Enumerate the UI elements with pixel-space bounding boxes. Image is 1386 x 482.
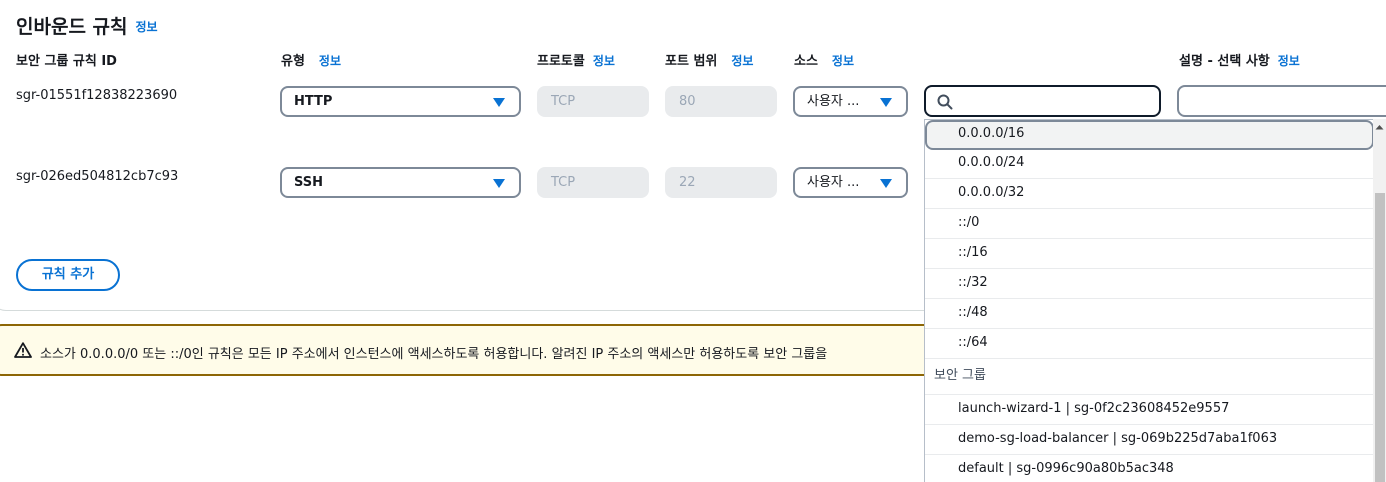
caret-down-icon (880, 98, 892, 107)
col-description: 설명 - 선택 사항 정보 (1179, 50, 1300, 69)
search-icon (937, 94, 953, 110)
dropdown-option[interactable]: ::/64 (925, 329, 1374, 359)
caret-down-icon (493, 98, 505, 107)
dropdown-option[interactable]: ::/48 (925, 299, 1374, 329)
type-select[interactable]: SSH (280, 167, 521, 198)
warning-text: 소스가 0.0.0.0/0 또는 ::/0인 규칙은 모든 IP 주소에서 인스… (40, 347, 828, 362)
scroll-up-arrow-icon[interactable] (1375, 124, 1384, 130)
port-range-field: 22 (665, 167, 777, 198)
col-description-label: 설명 - 선택 사항 (1179, 54, 1270, 69)
dropdown-option[interactable]: 0.0.0.0/24 (925, 149, 1374, 179)
warning-icon (14, 342, 32, 358)
rule-id: sgr-01551f12838223690 (16, 88, 178, 103)
source-dropdown-list: 0.0.0.0/16 0.0.0.0/24 0.0.0.0/32 ::/0 ::… (924, 119, 1386, 482)
col-protocol-label: 프로토콜 (537, 54, 585, 69)
section-title: 인바운드 규칙 정보 (16, 12, 158, 39)
section-title-text: 인바운드 규칙 (16, 16, 128, 38)
col-rule-id: 보안 그룹 규칙 ID (16, 54, 117, 69)
col-protocol-info-link[interactable]: 정보 (593, 54, 615, 68)
col-protocol: 프로토콜 정보 (537, 50, 615, 69)
type-select-value: SSH (294, 175, 324, 190)
port-range-field: 80 (665, 86, 777, 117)
section-info-link[interactable]: 정보 (136, 20, 158, 34)
dropdown-option[interactable]: 0.0.0.0/16 (925, 120, 1374, 150)
caret-down-icon (880, 179, 892, 188)
source-select[interactable]: 사용자 ... (793, 86, 908, 117)
type-select[interactable]: HTTP (280, 86, 521, 117)
source-select[interactable]: 사용자 ... (793, 167, 908, 198)
source-select-value: 사용자 ... (807, 94, 860, 109)
description-input[interactable] (1177, 85, 1386, 117)
dropdown-scrollbar-thumb[interactable] (1375, 193, 1385, 482)
protocol-field: TCP (537, 167, 649, 198)
dropdown-option[interactable]: ::/32 (925, 269, 1374, 299)
dropdown-option[interactable]: 0.0.0.0/32 (925, 179, 1374, 209)
col-type: 유형 정보 (281, 50, 341, 69)
col-source-label: 소스 (794, 54, 818, 69)
protocol-field: TCP (537, 86, 649, 117)
col-port-label: 포트 범위 (665, 54, 718, 69)
col-source-info-link[interactable]: 정보 (832, 54, 854, 68)
dropdown-group-label: 보안 그룹 (925, 359, 1374, 395)
type-select-value: HTTP (294, 94, 333, 109)
dropdown-option[interactable]: ::/16 (925, 239, 1374, 269)
col-source: 소스 정보 (794, 50, 854, 69)
source-search-input[interactable] (924, 85, 1161, 117)
dropdown-option[interactable]: demo-sg-load-balancer | sg-069b225d7aba1… (925, 425, 1374, 455)
add-rule-button[interactable]: 규칙 추가 (16, 259, 120, 291)
col-port-range: 포트 범위 정보 (665, 50, 753, 69)
col-type-label: 유형 (281, 54, 305, 69)
rule-id: sgr-026ed504812cb7c93 (16, 169, 179, 184)
source-select-value: 사용자 ... (807, 175, 860, 190)
caret-down-icon (493, 179, 505, 188)
col-description-info-link[interactable]: 정보 (1278, 54, 1300, 68)
col-type-info-link[interactable]: 정보 (319, 54, 341, 68)
col-port-info-link[interactable]: 정보 (731, 54, 753, 68)
dropdown-option[interactable]: launch-wizard-1 | sg-0f2c23608452e9557 (925, 395, 1374, 425)
dropdown-option[interactable]: default | sg-0996c90a80b5ac348 (925, 455, 1374, 482)
dropdown-option[interactable]: ::/0 (925, 209, 1374, 239)
